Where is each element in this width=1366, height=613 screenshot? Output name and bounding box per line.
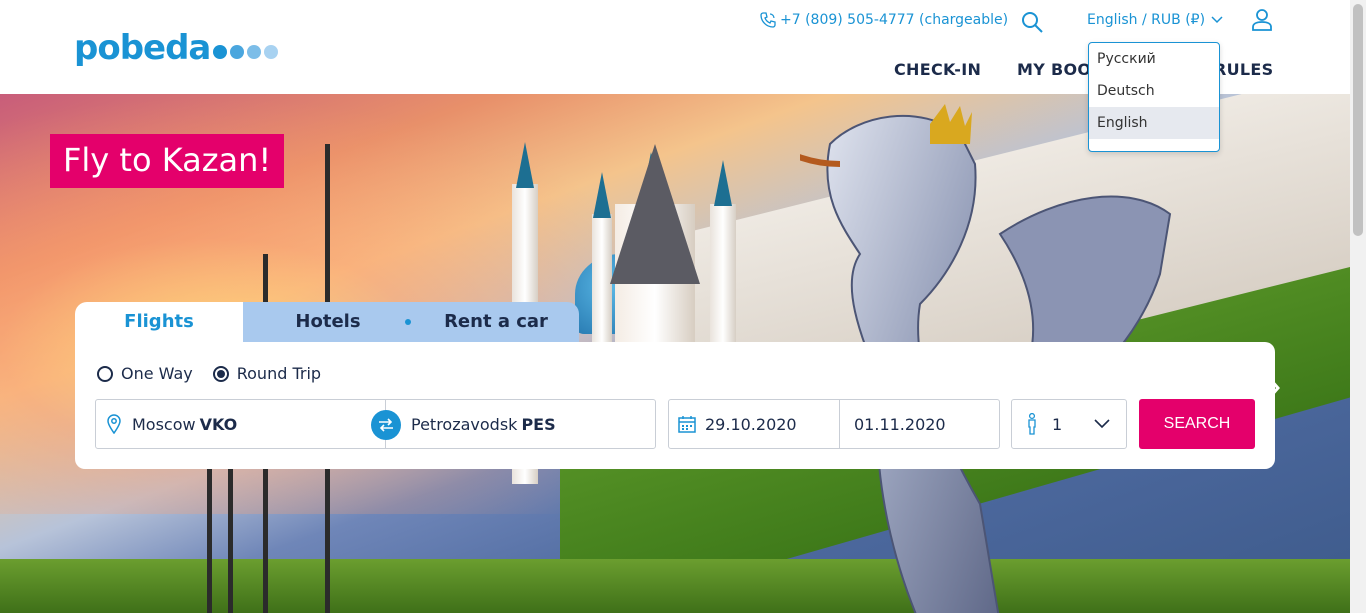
minaret-spire bbox=[516, 142, 534, 188]
logo-dot bbox=[213, 45, 228, 59]
chevron-down-icon bbox=[1094, 419, 1110, 429]
search-button[interactable]: SEARCH bbox=[1139, 399, 1255, 449]
destination-code: PES bbox=[521, 414, 556, 434]
nav-rules[interactable]: RULES bbox=[1214, 60, 1273, 79]
departure-date: 29.10.2020 bbox=[705, 414, 797, 434]
one-way-label: One Way bbox=[121, 364, 193, 383]
logo-dot bbox=[264, 45, 279, 59]
search-icon[interactable] bbox=[1020, 10, 1044, 34]
logo-dot bbox=[247, 45, 262, 59]
return-date-field[interactable]: 01.11.2020 bbox=[839, 399, 1000, 449]
departure-date-field[interactable]: 29.10.2020 bbox=[668, 399, 840, 449]
passengers-selector[interactable]: 1 bbox=[1011, 399, 1127, 449]
minaret-spire bbox=[714, 160, 732, 206]
radio-circle bbox=[97, 365, 113, 382]
user-account-icon[interactable] bbox=[1250, 8, 1274, 32]
trip-type-selector: One Way Round Trip bbox=[97, 364, 321, 383]
search-tabs: Flights Hotels Rent a car bbox=[75, 302, 579, 342]
new-indicator-dot bbox=[405, 319, 411, 325]
tab-rent-a-car[interactable]: Rent a car bbox=[405, 302, 579, 342]
chevron-down-icon bbox=[1211, 16, 1223, 24]
minaret-spire bbox=[593, 172, 611, 218]
swap-arrows-icon bbox=[379, 418, 393, 432]
origin-city: Moscow bbox=[132, 414, 196, 434]
swap-direction-button[interactable] bbox=[371, 410, 401, 440]
radio-circle-selected bbox=[212, 365, 229, 382]
language-option-german[interactable]: Deutsch bbox=[1089, 75, 1219, 107]
phone-icon bbox=[760, 12, 776, 28]
language-currency-selector[interactable]: English / RUB (₽) bbox=[1087, 12, 1223, 28]
destination-field[interactable]: Petrozavodsk PES bbox=[385, 399, 656, 449]
page-scrollbar[interactable] bbox=[1350, 0, 1366, 613]
language-currency-label: English / RUB (₽) bbox=[1087, 12, 1206, 28]
location-pin-icon bbox=[107, 414, 121, 434]
nav-checkin[interactable]: CHECK-IN bbox=[894, 60, 981, 79]
scrollbar-thumb[interactable] bbox=[1353, 4, 1363, 236]
tab-hotels[interactable]: Hotels bbox=[243, 302, 413, 342]
round-trip-radio[interactable]: Round Trip bbox=[212, 364, 322, 383]
origin-field[interactable]: Moscow VKO bbox=[95, 399, 386, 449]
origin-code: VKO bbox=[199, 414, 238, 434]
tab-rent-a-car-label: Rent a car bbox=[444, 311, 548, 332]
phone-link[interactable]: +7 (809) 505-4777 (chargeable) bbox=[760, 12, 1008, 28]
tab-flights[interactable]: Flights bbox=[75, 302, 243, 342]
one-way-radio[interactable]: One Way bbox=[97, 364, 193, 383]
destination-city: Petrozavodsk bbox=[411, 414, 518, 434]
language-option-english[interactable]: English bbox=[1089, 107, 1219, 139]
language-option-russian[interactable]: Русский bbox=[1089, 43, 1219, 75]
tower-roof bbox=[610, 144, 700, 284]
calendar-icon bbox=[678, 416, 696, 433]
passenger-count: 1 bbox=[1052, 414, 1063, 434]
language-dropdown: Русский Deutsch English bbox=[1088, 42, 1220, 152]
return-date: 01.11.2020 bbox=[854, 414, 946, 434]
round-trip-label: Round Trip bbox=[236, 364, 322, 383]
promo-banner[interactable]: Fly to Kazan! bbox=[50, 134, 285, 188]
phone-number: +7 (809) 505-4777 (chargeable) bbox=[780, 12, 1009, 28]
passenger-icon bbox=[1028, 413, 1036, 435]
flight-search-panel: One Way Round Trip Moscow VKO Petrozavods… bbox=[75, 342, 1275, 469]
logo-dots bbox=[213, 45, 279, 59]
logo-dot bbox=[230, 45, 245, 59]
